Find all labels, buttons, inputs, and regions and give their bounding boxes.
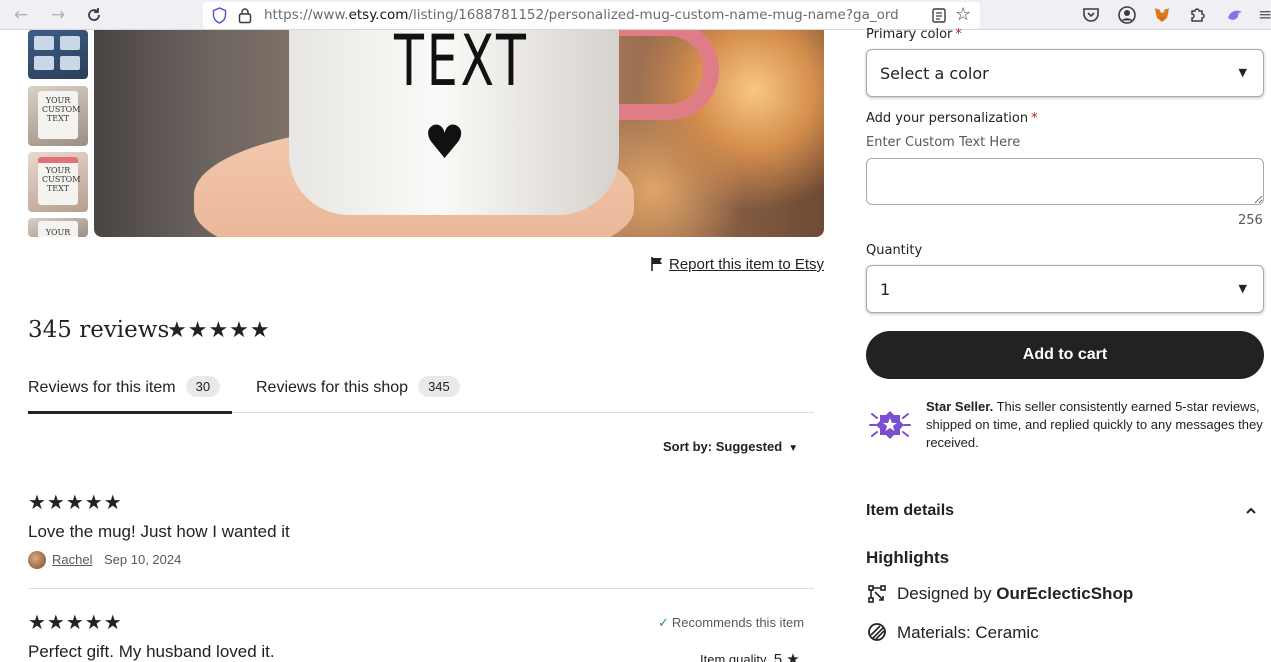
- reader-view-icon[interactable]: [931, 7, 947, 24]
- caret-down-icon: ▼: [1238, 282, 1247, 295]
- reviews-count-title: 345 reviews: [28, 317, 170, 343]
- select-value: 1: [880, 280, 891, 299]
- gallery-thumb-4[interactable]: YOUR: [28, 218, 88, 237]
- forward-arrow-icon[interactable]: →: [47, 4, 69, 26]
- required-mark: *: [955, 27, 962, 42]
- url-text[interactable]: https://www.etsy.com/listing/1688781152/…: [264, 7, 924, 23]
- star-seller-description: Star Seller. This seller consistently ea…: [926, 398, 1266, 452]
- quantity-select[interactable]: 1 ▼: [866, 265, 1264, 313]
- label-text: Primary color: [866, 27, 953, 42]
- item-details-header[interactable]: Item details: [866, 502, 954, 520]
- label-text: Add your personalization: [866, 111, 1029, 126]
- review-date: Sep 10, 2024: [104, 552, 182, 567]
- reload-icon[interactable]: [83, 4, 105, 26]
- lock-icon[interactable]: [237, 7, 253, 24]
- sort-label: Sort by: Suggested: [663, 439, 783, 454]
- rating-stars: ★★★★★: [167, 318, 271, 343]
- tab-label: Reviews for this item: [28, 379, 176, 396]
- chevron-up-icon[interactable]: [1244, 504, 1258, 518]
- caret-down-icon: ▼: [788, 443, 799, 454]
- thumb-image: YOUR CUSTOM TEXT: [28, 86, 88, 146]
- recommends-badge: ✓ Recommends this item: [658, 615, 804, 631]
- thumb-image: YOUR CUSTOM TEXT: [28, 152, 88, 212]
- thumb-image: YOUR: [28, 218, 88, 237]
- review-text: Perfect gift. My husband loved it.: [28, 642, 275, 661]
- review-stars: ★★★★★: [28, 490, 123, 514]
- url-prefix: https://www.: [264, 7, 349, 23]
- active-tab-indicator: [28, 411, 232, 414]
- thumb-text: YOUR CUSTOM TEXT: [42, 166, 81, 193]
- primary-color-select[interactable]: Select a color ▼: [866, 49, 1264, 97]
- recommends-label: Recommends this item: [671, 615, 805, 630]
- tab-count-badge: 345: [418, 376, 460, 397]
- gallery-thumb-2[interactable]: YOUR CUSTOM TEXT: [28, 86, 88, 146]
- url-host: etsy.com: [348, 7, 409, 23]
- menu-icon[interactable]: ≡: [1258, 4, 1271, 26]
- tracking-shield-icon[interactable]: [212, 7, 227, 24]
- bookmark-star-icon[interactable]: ☆: [955, 5, 975, 25]
- account-icon[interactable]: [1117, 5, 1137, 25]
- personalization-textarea[interactable]: [866, 158, 1264, 205]
- browser-toolbar: ← → https://www.etsy.com/listing/1688781…: [0, 0, 1271, 30]
- add-to-cart-button[interactable]: Add to cart: [866, 331, 1264, 379]
- thumb-text: YOUR CUSTOM TEXT: [42, 96, 81, 123]
- url-path: /listing/1688781152/personalized-mug-cus…: [408, 7, 899, 23]
- review-divider: [28, 588, 814, 589]
- metamask-fox-icon[interactable]: [1152, 5, 1172, 25]
- review-author-link[interactable]: Rachel: [52, 552, 92, 567]
- tab-reviews-item[interactable]: Reviews for this item 30: [28, 376, 221, 397]
- tab-label: Reviews for this shop: [256, 379, 409, 396]
- url-bar[interactable]: https://www.etsy.com/listing/1688781152/…: [203, 2, 980, 29]
- highlights-heading: Highlights: [866, 548, 950, 567]
- personalization-label: Add your personalization *: [866, 111, 1038, 126]
- star-seller-title: Star Seller.: [926, 399, 994, 414]
- select-value: Select a color: [880, 64, 989, 83]
- extensions-puzzle-icon[interactable]: [1188, 5, 1208, 25]
- avatar[interactable]: [28, 551, 46, 569]
- mug-print-text: TEXT: [394, 30, 529, 102]
- report-item-link[interactable]: Report this item to Etsy: [651, 256, 824, 273]
- character-counter: 256: [1238, 213, 1263, 228]
- flag-icon: [651, 257, 662, 271]
- sort-dropdown[interactable]: Sort by: Suggested ▼: [663, 439, 798, 454]
- primary-color-label: Primary color *: [866, 27, 962, 42]
- mug-handle: [609, 30, 719, 120]
- gallery-thumb-3[interactable]: YOUR CUSTOM TEXT: [28, 152, 88, 212]
- star-seller-icon: [869, 411, 911, 439]
- thumb-text: YOUR: [45, 228, 71, 237]
- item-quality-rating: Item quality 5 ★: [700, 650, 800, 662]
- tab-count-badge: 30: [185, 376, 221, 397]
- designed-by-text: Designed by OurEclecticShop: [897, 584, 1133, 604]
- materials-icon: [868, 623, 886, 641]
- report-link-label: Report this item to Etsy: [669, 256, 825, 273]
- quantity-label: Quantity: [866, 243, 923, 258]
- pocket-icon[interactable]: [1081, 5, 1101, 25]
- heart-icon: ♥: [424, 115, 466, 169]
- extension-purple-icon[interactable]: [1225, 5, 1245, 25]
- gallery-thumb-1[interactable]: [28, 30, 88, 79]
- caret-down-icon: ▼: [1238, 66, 1247, 79]
- review-stars: ★★★★★: [28, 610, 123, 634]
- item-quality-value: 5 ★: [773, 651, 800, 662]
- back-arrow-icon[interactable]: ←: [10, 4, 32, 26]
- tab-reviews-shop[interactable]: Reviews for this shop 345: [256, 376, 460, 397]
- main-product-image[interactable]: TEXT ♥: [94, 30, 824, 237]
- thumb-image: [28, 30, 88, 79]
- materials-text: Materials: Ceramic: [897, 623, 1039, 642]
- designed-by-icon: [868, 585, 886, 603]
- required-mark: *: [1031, 111, 1038, 126]
- personalization-hint: Enter Custom Text Here: [866, 135, 1021, 150]
- checkmark-icon: ✓: [658, 615, 669, 630]
- designed-by-prefix: Designed by: [897, 584, 997, 603]
- item-quality-label: Item quality: [700, 652, 767, 662]
- review-text: Love the mug! Just how I wanted it: [28, 522, 290, 541]
- designer-link[interactable]: OurEclecticShop: [996, 584, 1133, 603]
